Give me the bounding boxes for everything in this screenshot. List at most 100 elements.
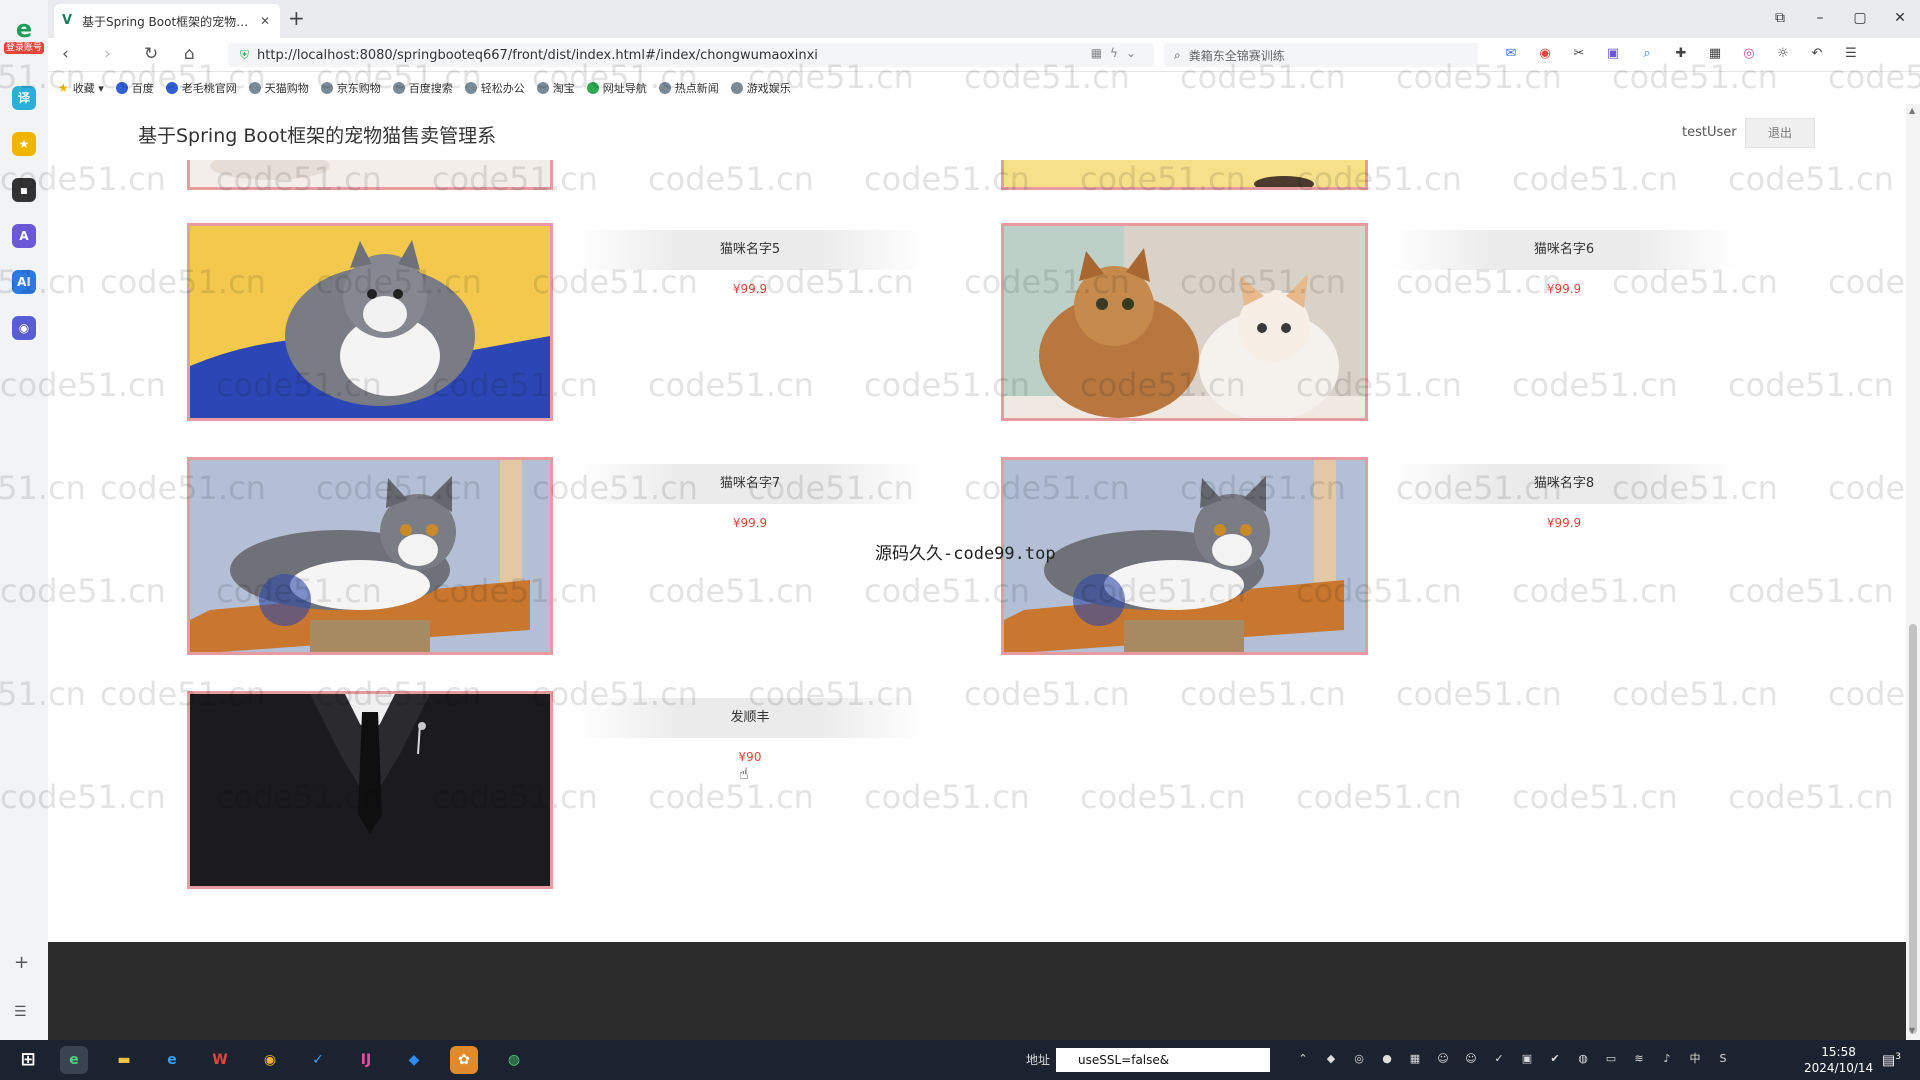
favorites-star-icon[interactable]: ★ bbox=[12, 132, 36, 156]
bookmark-favorites[interactable]: ★ 收藏 ▾ bbox=[58, 80, 104, 96]
menu-icon[interactable]: ☰ bbox=[1842, 45, 1860, 63]
product-name[interactable]: 猫咪名字5 bbox=[576, 230, 924, 270]
tray-wechat-icon[interactable]: ◍ bbox=[1576, 1052, 1590, 1066]
ai-write-icon[interactable]: A bbox=[12, 224, 36, 248]
tray-sync-icon[interactable]: ◎ bbox=[1352, 1052, 1366, 1066]
globe-icon bbox=[248, 82, 261, 94]
tray-battery-icon[interactable]: ▭ bbox=[1604, 1052, 1618, 1066]
bookmark-item[interactable]: 游戏娱乐 bbox=[730, 80, 791, 96]
british-shorthair-image-icon bbox=[1004, 460, 1365, 652]
bookmark-item[interactable]: 天猫购物 bbox=[248, 80, 309, 96]
product-name[interactable]: 猫咪名字7 bbox=[576, 464, 924, 504]
wps-icon[interactable]: W bbox=[206, 1046, 234, 1074]
tray-grid-icon[interactable]: ▦ bbox=[1408, 1052, 1422, 1066]
product-image[interactable] bbox=[1001, 457, 1368, 655]
restore-tabs-icon[interactable]: ⧉ bbox=[1760, 0, 1800, 36]
extensions-icon[interactable]: ✚ bbox=[1672, 45, 1690, 63]
tray-volume-icon[interactable]: ♪ bbox=[1660, 1052, 1674, 1066]
nav-icon bbox=[586, 82, 599, 94]
undo-icon[interactable]: ↶ bbox=[1808, 45, 1826, 63]
bookmark-item[interactable]: 百度搜索 bbox=[392, 80, 453, 96]
bookmark-item[interactable]: 淘宝 bbox=[536, 80, 575, 96]
product-image[interactable] bbox=[187, 691, 553, 889]
tray-check-icon[interactable]: ✔ bbox=[1548, 1052, 1562, 1066]
grid-icon[interactable]: ▦ bbox=[1706, 45, 1724, 63]
brightness-icon[interactable]: ☼ bbox=[1774, 45, 1792, 63]
windows-start-icon[interactable]: ⊞ bbox=[14, 1046, 42, 1074]
bookmark-item[interactable]: 老毛桃官网 bbox=[165, 80, 237, 96]
tray-red-icon[interactable]: ✓ bbox=[1492, 1052, 1506, 1066]
username[interactable]: testUser bbox=[1682, 125, 1737, 140]
game-icon[interactable]: ▪ bbox=[12, 178, 36, 202]
window-close-icon[interactable]: ✕ bbox=[1880, 0, 1920, 36]
page-scrollbar[interactable]: ▲ ▼ bbox=[1906, 104, 1920, 1040]
translate-icon[interactable]: 译 bbox=[12, 86, 36, 110]
tray-people-icon[interactable]: ☺ bbox=[1464, 1052, 1478, 1066]
bookmark-item[interactable]: 百度 bbox=[115, 80, 154, 96]
tray-wifi-icon[interactable]: ≋ bbox=[1632, 1052, 1646, 1066]
product-image[interactable] bbox=[187, 457, 553, 655]
add-icon[interactable]: + bbox=[14, 952, 29, 973]
product-image[interactable] bbox=[187, 223, 553, 421]
home-icon[interactable]: ⌂ bbox=[184, 44, 195, 64]
navicat-icon[interactable]: ◆ bbox=[400, 1046, 428, 1074]
tray-app-icon[interactable]: ▣ bbox=[1520, 1052, 1534, 1066]
browser-tabbar: V 基于Spring Boot框架的宠物猫售卖管理系 ✕ + ⧉ – ▢ ✕ bbox=[48, 0, 1920, 38]
back-icon[interactable]: ‹ bbox=[62, 44, 69, 64]
tray-up-arrow-icon[interactable]: ⌃ bbox=[1296, 1052, 1310, 1066]
product-image-partial[interactable] bbox=[187, 160, 553, 190]
forward-icon[interactable]: › bbox=[104, 44, 111, 64]
file-explorer-icon[interactable]: ▬ bbox=[110, 1046, 138, 1074]
robot-icon[interactable]: ◉ bbox=[12, 316, 36, 340]
vscode-like-icon[interactable]: ✓ bbox=[304, 1046, 332, 1074]
mail-icon[interactable]: ✉ bbox=[1502, 45, 1520, 63]
tray-sogou-icon[interactable]: S bbox=[1716, 1052, 1730, 1066]
app-paw-icon[interactable]: ✿ bbox=[450, 1046, 478, 1074]
product-name[interactable]: 猫咪名字8 bbox=[1390, 464, 1738, 504]
product-image-partial[interactable] bbox=[1001, 160, 1368, 190]
new-tab-icon[interactable]: + bbox=[288, 6, 305, 30]
clock-time: 15:58 bbox=[1821, 1045, 1856, 1059]
ai-icon[interactable]: AI bbox=[12, 270, 36, 294]
vue-favicon-icon: V bbox=[62, 13, 73, 28]
scroll-down-icon[interactable]: ▼ bbox=[1909, 1026, 1915, 1035]
scroll-up-icon[interactable]: ▲ bbox=[1909, 106, 1915, 115]
list-menu-icon[interactable]: ☰ bbox=[14, 1004, 27, 1020]
scrollbar-thumb[interactable] bbox=[1909, 624, 1917, 1034]
notification-icon[interactable]: ▤3 bbox=[1882, 1052, 1901, 1069]
translate-tool-icon[interactable]: ▣ bbox=[1604, 45, 1622, 63]
minimize-icon[interactable]: – bbox=[1800, 0, 1840, 36]
edge-icon[interactable]: e bbox=[158, 1046, 186, 1074]
color-circle-icon[interactable]: ◎ bbox=[1740, 45, 1758, 63]
browser-app-icon[interactable]: e bbox=[60, 1046, 88, 1074]
bookmark-item[interactable]: 热点新闻 bbox=[658, 80, 719, 96]
browser-tab[interactable]: V 基于Spring Boot框架的宠物猫售卖管理系 ✕ bbox=[54, 4, 280, 38]
browser-logo[interactable]: e 登录账号 bbox=[4, 16, 44, 56]
tray-ime-label[interactable]: 中 bbox=[1688, 1052, 1702, 1066]
weibo-icon[interactable]: ◉ bbox=[1536, 45, 1554, 63]
tray-mic-icon[interactable]: ● bbox=[1380, 1052, 1394, 1066]
taskbar-clock[interactable]: 15:58 2024/10/14 bbox=[1804, 1044, 1873, 1076]
magnifier-icon[interactable]: ⌕ bbox=[1638, 45, 1656, 63]
tray-people-icon[interactable]: ☺ bbox=[1436, 1052, 1450, 1066]
logout-button[interactable]: 退出 bbox=[1745, 118, 1815, 148]
bookmark-item[interactable]: 轻松办公 bbox=[464, 80, 525, 96]
bookmark-item[interactable]: 网址导航 bbox=[586, 80, 647, 96]
bookmark-item[interactable]: 京东购物 bbox=[320, 80, 381, 96]
address-bar[interactable]: ⛨ http://localhost:8080/springbooteq667/… bbox=[228, 43, 1154, 67]
scissors-icon[interactable]: ✂ bbox=[1570, 45, 1588, 63]
tray-app-icon[interactable]: ◆ bbox=[1324, 1052, 1338, 1066]
reload-icon[interactable]: ↻ bbox=[144, 44, 158, 64]
product-name[interactable]: 猫咪名字6 bbox=[1390, 230, 1738, 270]
chrome-icon[interactable]: ◉ bbox=[256, 1046, 284, 1074]
browser-search-input[interactable]: ⌕ 粪箱东全锦赛训练 bbox=[1164, 43, 1478, 67]
maximize-icon[interactable]: ▢ bbox=[1840, 0, 1880, 36]
wechat-icon[interactable]: ◍ bbox=[500, 1046, 528, 1074]
intellij-icon[interactable]: IJ bbox=[352, 1046, 380, 1074]
product-image[interactable] bbox=[1001, 223, 1368, 421]
globe-icon bbox=[730, 82, 743, 94]
tab-close-icon[interactable]: ✕ bbox=[258, 14, 272, 28]
taskbar-address-input[interactable]: useSSL=false& bbox=[1056, 1048, 1270, 1072]
product-name[interactable]: 发顺丰 bbox=[576, 698, 924, 738]
address-actions[interactable]: ▦ϟ⌄ bbox=[1091, 46, 1144, 60]
